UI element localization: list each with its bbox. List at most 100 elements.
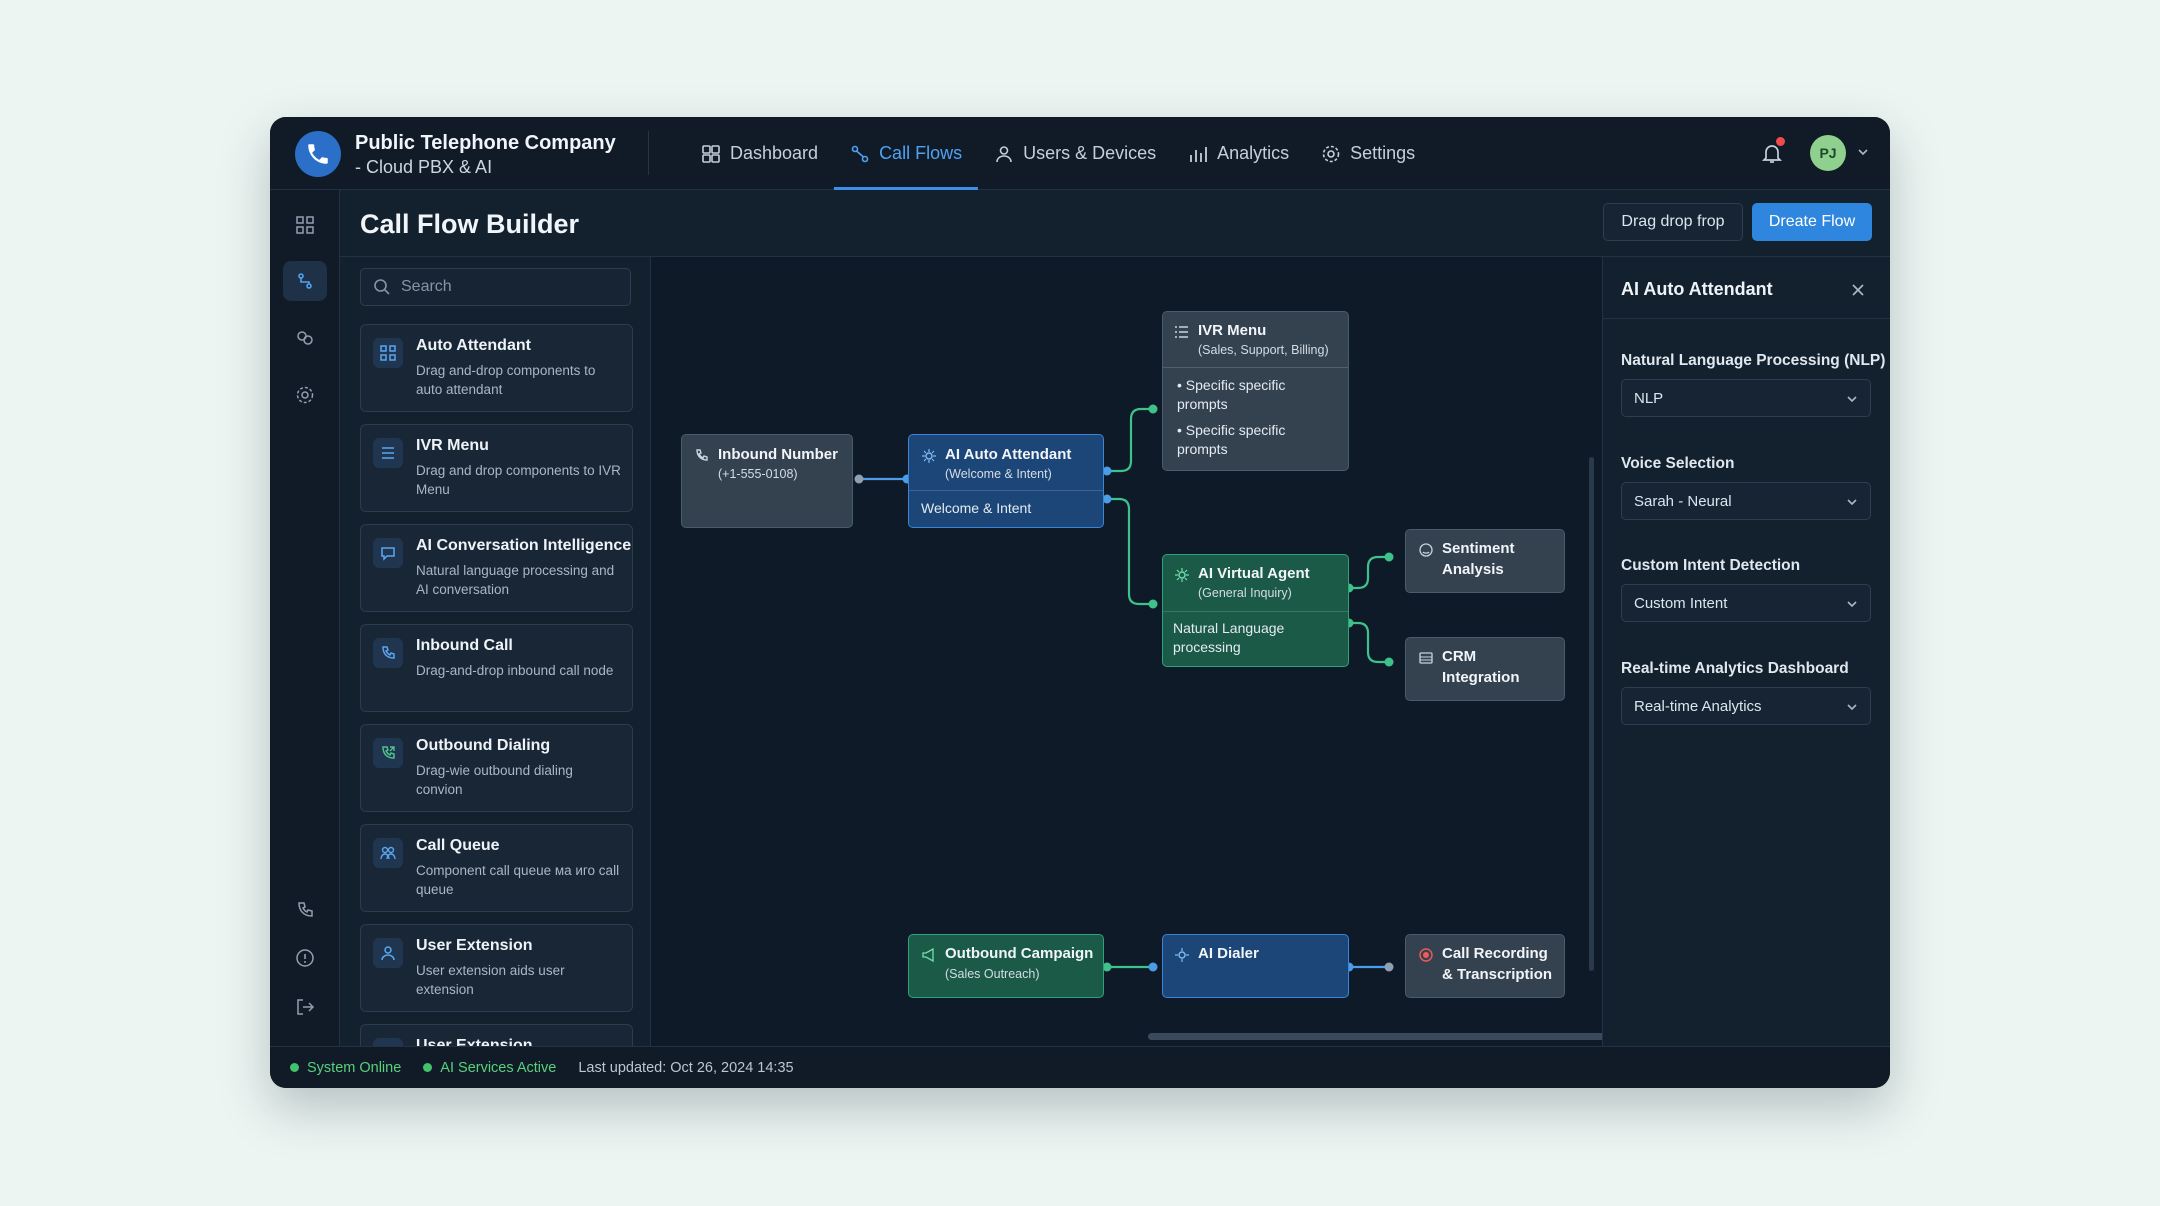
nav-dashboard[interactable]: Dashboard [685, 117, 834, 190]
status-ai: AI Services Active [423, 1060, 556, 1076]
flow-canvas[interactable]: Inbound Number (+1-555-0108) AI Auto Att… [651, 257, 1602, 1046]
rail-settings-button[interactable] [283, 375, 327, 415]
node-ai-virtual-agent[interactable]: AI Virtual Agent (General Inquiry) Natur… [1162, 554, 1349, 667]
node-title-line2: Integration [1442, 669, 1520, 686]
canvas-horizontal-scrollbar[interactable] [1148, 1033, 1602, 1040]
palette-item-title: IVR Menu [416, 437, 489, 454]
palette-item-auto-attendant[interactable]: Auto Attendant Drag and-drop components … [360, 324, 633, 412]
palette-item-desc: Drag and drop components to IVR Menu [416, 463, 621, 497]
node-call-recording[interactable]: Call Recording & Transcription [1405, 934, 1565, 998]
rail-calls-button[interactable] [283, 890, 327, 930]
user-icon [373, 1038, 403, 1046]
nav-analytics[interactable]: Analytics [1172, 117, 1305, 190]
palette-item-title: Auto Attendant [416, 337, 531, 354]
app-window: Public Telephone Company - Cloud PBX & A… [270, 117, 1890, 1088]
chat-ai-icon [373, 538, 403, 568]
select-value: NLP [1634, 389, 1664, 407]
node-title: CRM [1442, 648, 1477, 665]
node-title: Outbound Campaign [945, 945, 1094, 962]
palette-item-desc: Drag-and-drop inbound call node [416, 663, 614, 678]
node-subtitle: (General Inquiry) [1198, 586, 1292, 600]
chevron-down-icon[interactable] [1856, 145, 1870, 159]
status-bar: System Online AI Services Active Last up… [270, 1046, 1890, 1088]
node-crm-integration[interactable]: CRM Integration [1405, 637, 1565, 701]
node-sentiment-analysis[interactable]: Sentiment Analysis [1405, 529, 1565, 593]
drag-drop-button[interactable]: Drag drop frop [1603, 203, 1743, 241]
field-label-custom-intent: Custom Intent Detection [1621, 557, 1801, 574]
list-icon [373, 438, 403, 468]
create-flow-button[interactable]: Dreate Flow [1752, 203, 1872, 241]
node-title: Call Recording [1442, 945, 1548, 962]
select-custom-intent[interactable]: Custom Intent [1621, 584, 1871, 622]
select-voice[interactable]: Sarah - Neural [1621, 482, 1871, 520]
company-name: Public Telephone Company [355, 132, 616, 154]
node-ivr-menu[interactable]: IVR Menu (Sales, Support, Billing) • Spe… [1162, 311, 1349, 471]
status-dot [423, 1063, 433, 1072]
nav-users-devices[interactable]: Users & Devices [978, 117, 1172, 190]
search-box[interactable] [360, 268, 631, 306]
palette-item-inbound-call[interactable]: Inbound Call Drag-and-drop inbound call … [360, 624, 633, 712]
palette-item-user-extension[interactable]: User Extension User extension aids user … [360, 924, 633, 1012]
palette-item-outbound-dialing[interactable]: Outbound Dialing Drag-wie outbound diali… [360, 724, 633, 812]
grid-icon [296, 216, 314, 234]
select-value: Sarah - Neural [1634, 492, 1732, 510]
company-logo-icon[interactable] [295, 131, 341, 177]
select-value: Custom Intent [1634, 594, 1728, 612]
brand: Public Telephone Company - Cloud PBX & A… [355, 131, 616, 179]
chevron-down-icon [1847, 601, 1857, 608]
search-input[interactable] [401, 278, 611, 296]
phone-outgoing-icon [373, 738, 403, 768]
main-nav: Dashboard Call Flows Users & Devices Ana… [685, 117, 1431, 190]
rail-grid-button[interactable] [283, 205, 327, 245]
ai-icon [1175, 948, 1189, 962]
search-icon [374, 279, 390, 295]
gear-icon [296, 386, 314, 404]
database-icon [1419, 652, 1433, 664]
nav-call-flows[interactable]: Call Flows [834, 117, 979, 190]
top-bar: Public Telephone Company - Cloud PBX & A… [270, 117, 1890, 190]
nav-call-flows-label: Call Flows [879, 143, 963, 163]
select-analytics[interactable]: Real-time Analytics [1621, 687, 1871, 725]
palette-item-title: Outbound Dialing [416, 737, 551, 754]
node-body: Welcome & Intent [921, 500, 1032, 516]
palette-item-call-queue[interactable]: Call Queue Component call queue ма иго c… [360, 824, 633, 912]
sentiment-icon [1419, 543, 1433, 557]
ai-icon [1175, 568, 1189, 582]
nav-settings-label: Settings [1350, 143, 1416, 163]
palette-item-ai-conversation[interactable]: AI Conversation Intelligence Natural lan… [360, 524, 633, 612]
node-ai-auto-attendant[interactable]: AI Auto Attendant (Welcome & Intent) Wel… [908, 434, 1104, 528]
product-name: - Cloud PBX & AI [355, 157, 493, 177]
canvas-vertical-scrollbar[interactable] [1589, 457, 1594, 971]
user-icon [373, 938, 403, 968]
node-outbound-campaign[interactable]: Outbound Campaign (Sales Outreach) [908, 934, 1104, 998]
palette-item-title: User Extension [416, 937, 533, 954]
status-system: System Online [290, 1060, 401, 1076]
nav-analytics-label: Analytics [1217, 143, 1290, 163]
palette-item-ivr-menu[interactable]: IVR Menu Drag and drop components to IVR… [360, 424, 633, 512]
rail-flows-button[interactable] [283, 261, 327, 301]
select-nlp[interactable]: NLP [1621, 379, 1871, 417]
ai-icon [922, 449, 936, 463]
node-bullet: • Specific specific prompts [1177, 377, 1286, 412]
node-ai-dialer[interactable]: AI Dialer [1162, 934, 1349, 998]
rail-connections-button[interactable] [283, 318, 327, 358]
phone-icon [696, 449, 708, 461]
close-icon[interactable] [1849, 281, 1867, 299]
palette-item-desc: Drag-wie outbound dialing convion [416, 763, 573, 797]
list-icon [1175, 326, 1188, 338]
avatar[interactable]: PJ [1810, 135, 1846, 171]
auto-attendant-icon [373, 338, 403, 368]
rail-logout-button[interactable] [283, 987, 327, 1027]
properties-panel: AI Auto Attendant Natural Language Proce… [1602, 257, 1890, 1046]
field-label-analytics: Real-time Analytics Dashboard [1621, 660, 1849, 677]
properties-divider [1603, 318, 1890, 319]
queue-icon [373, 838, 403, 868]
call-flows-icon [851, 145, 869, 162]
node-inbound-number[interactable]: Inbound Number (+1-555-0108) [681, 434, 853, 528]
palette-item-user-extension-partial[interactable]: User Extension [360, 1024, 633, 1046]
rail-help-button[interactable] [283, 938, 327, 978]
palette-item-desc: Component call queue ма иго call queue [416, 863, 620, 897]
nav-settings[interactable]: Settings [1305, 117, 1431, 190]
node-subtitle: (Sales, Support, Billing) [1198, 343, 1329, 357]
palette-item-desc: Natural language processing and AI conve… [416, 563, 615, 597]
